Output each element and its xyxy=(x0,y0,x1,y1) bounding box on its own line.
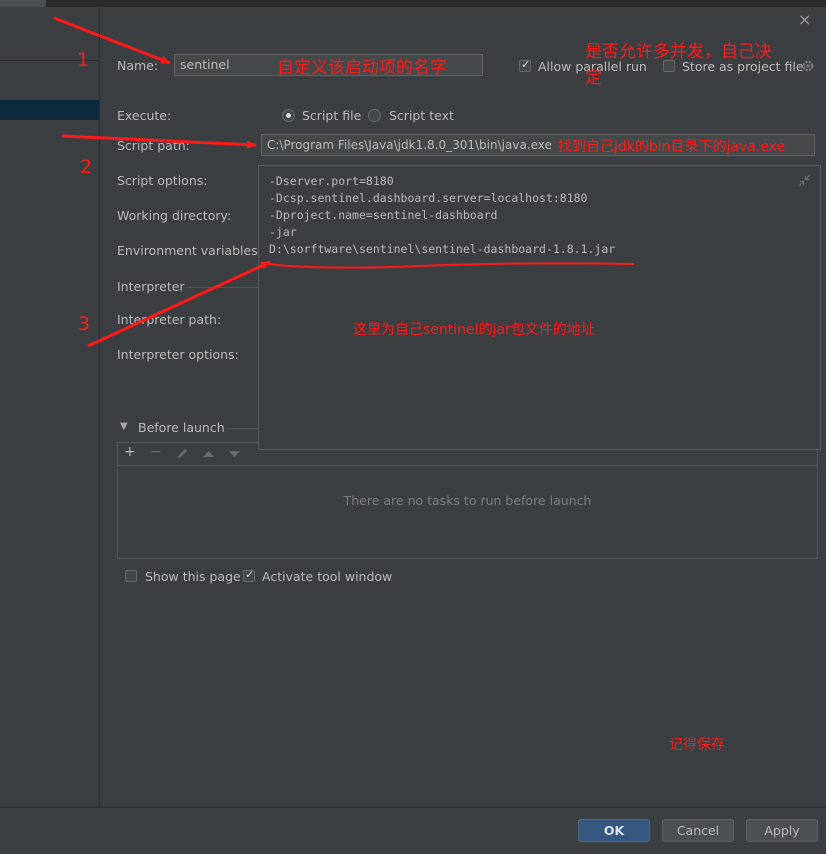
annotation-jar-note: 这里为自己sentinel的jar包文件的地址 xyxy=(353,322,595,338)
annotation-number-2: 2 xyxy=(80,156,93,178)
annotation-name-note: 自定义该启动项的名字 xyxy=(277,58,447,78)
annotation-number-3: 3 xyxy=(78,313,91,335)
arrow-to-jar xyxy=(87,260,271,348)
annotation-parallel-note-line2: 定 xyxy=(585,68,602,88)
annotation-java-note: 找到自己jdk的bin目录下的java.exe xyxy=(558,139,786,155)
arrow-to-script-path xyxy=(61,134,257,149)
annotation-parallel-note-line1: 是否允许多并发，自己决 xyxy=(585,42,772,62)
annotation-arrows xyxy=(53,16,635,348)
annotation-save-note: 记得保存 xyxy=(669,737,725,753)
arrow-to-name xyxy=(53,16,171,65)
annotation-number-1: 1 xyxy=(77,49,90,71)
jar-underline xyxy=(267,262,635,269)
